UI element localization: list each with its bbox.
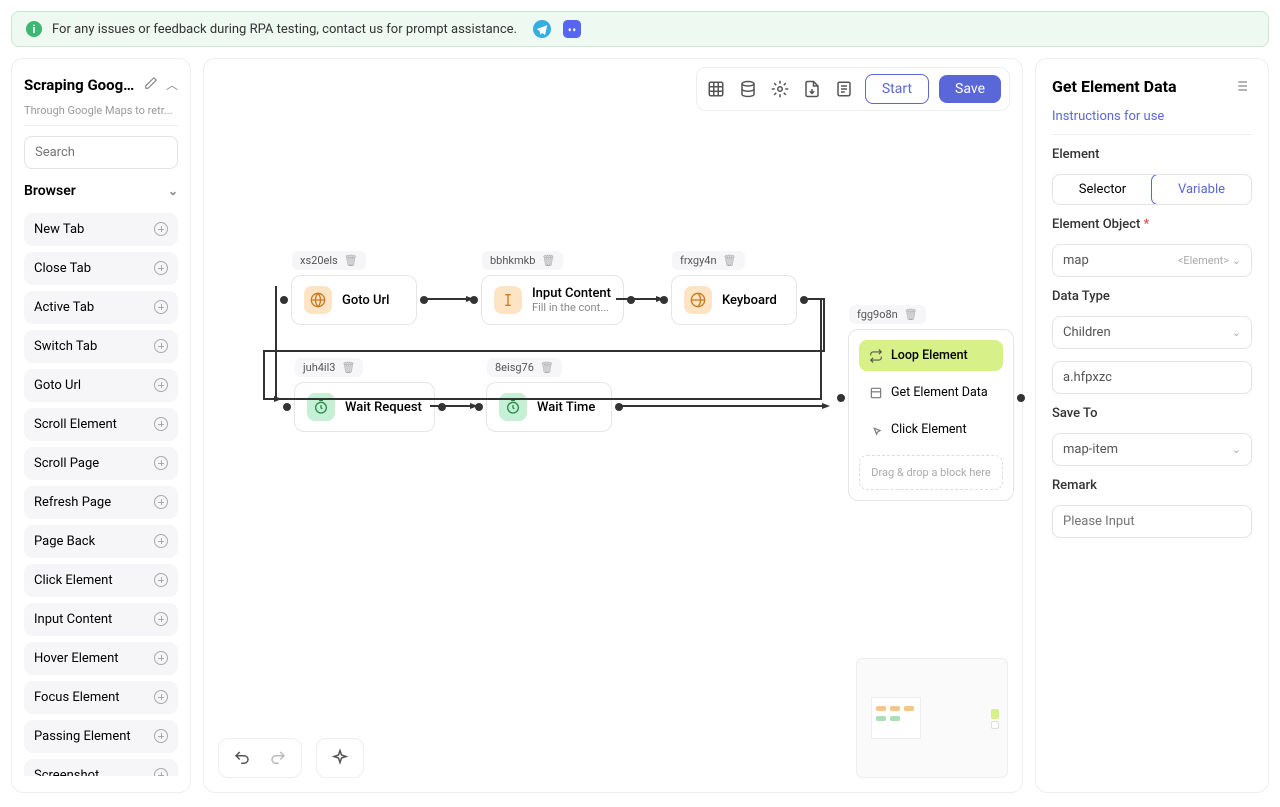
add-icon[interactable] <box>154 222 168 236</box>
add-icon[interactable] <box>154 378 168 392</box>
add-icon[interactable] <box>154 456 168 470</box>
node-keyboard[interactable]: frxgy4n🗑 Keyboard <box>671 275 797 325</box>
data-type-select[interactable]: Children⌄ <box>1052 316 1252 349</box>
workflow-subtitle: Through Google Maps to retr... <box>24 104 178 126</box>
telegram-icon[interactable] <box>533 20 551 38</box>
port-out[interactable] <box>438 403 446 411</box>
block-item[interactable]: Passing Element <box>24 720 178 753</box>
port-in[interactable] <box>660 296 668 304</box>
add-icon[interactable] <box>154 651 168 665</box>
port-in[interactable] <box>837 394 845 402</box>
element-label: Element <box>1052 147 1252 162</box>
instructions-link[interactable]: Instructions for use <box>1052 109 1252 135</box>
block-item[interactable]: Switch Tab <box>24 330 178 363</box>
port-in[interactable] <box>283 403 291 411</box>
port-out[interactable] <box>627 296 635 304</box>
toggle-variable[interactable]: Variable <box>1151 174 1252 205</box>
port-out[interactable] <box>800 296 808 304</box>
block-item[interactable]: Close Tab <box>24 252 178 285</box>
node-wait-time[interactable]: 8eisg76🗑 Wait Time <box>486 382 612 432</box>
panel-title: Get Element Data <box>1052 77 1177 96</box>
port-out[interactable] <box>1017 394 1025 402</box>
block-item[interactable]: Screenshot <box>24 759 178 776</box>
block-item[interactable]: Input Content <box>24 603 178 636</box>
loop-header[interactable]: Loop Element <box>859 340 1003 371</box>
data-icon <box>869 386 883 400</box>
port-out[interactable] <box>615 403 623 411</box>
info-banner: i For any issues or feedback during RPA … <box>11 11 1269 47</box>
drop-zone[interactable]: Drag & drop a block here <box>859 455 1003 490</box>
port-in[interactable] <box>475 403 483 411</box>
workflow-title: Scraping Google... <box>24 76 136 94</box>
port-out[interactable] <box>420 296 428 304</box>
add-icon[interactable] <box>154 495 168 509</box>
timer-icon <box>307 393 335 421</box>
block-item[interactable]: Scroll Element <box>24 408 178 441</box>
category-header[interactable]: Browser⌄ <box>24 179 178 203</box>
chevron-down-icon: ⌄ <box>168 184 178 198</box>
block-item[interactable]: Page Back <box>24 525 178 558</box>
search-input[interactable] <box>24 136 178 169</box>
edit-icon[interactable] <box>144 75 158 94</box>
block-item[interactable]: New Tab <box>24 213 178 246</box>
canvas-area[interactable]: Start Save xs20els🗑 Goto Url bbhkmkb🗑 In… <box>203 58 1023 793</box>
undo-icon[interactable] <box>231 747 253 769</box>
block-list: New Tab Close Tab Active Tab Switch Tab Goto… <box>24 213 178 776</box>
selector-input[interactable]: a.hfpxzc <box>1052 361 1252 394</box>
element-object-select[interactable]: map<Element> ⌄ <box>1052 244 1252 277</box>
add-icon[interactable] <box>154 534 168 548</box>
add-icon[interactable] <box>154 612 168 626</box>
node-goto-url[interactable]: xs20els🗑 Goto Url <box>291 275 417 325</box>
block-item[interactable]: Goto Url <box>24 369 178 402</box>
sparkle-icon[interactable] <box>329 747 351 769</box>
delete-icon[interactable]: 🗑 <box>344 254 358 267</box>
timer-icon <box>499 393 527 421</box>
remark-input[interactable] <box>1052 505 1252 538</box>
add-icon[interactable] <box>154 573 168 587</box>
banner-text: For any issues or feedback during RPA te… <box>52 22 517 37</box>
cursor-icon <box>494 286 522 314</box>
delete-icon[interactable]: 🗑 <box>540 361 554 374</box>
toggle-selector[interactable]: Selector <box>1053 175 1152 204</box>
block-item[interactable]: Scroll Page <box>24 447 178 480</box>
add-icon[interactable] <box>154 690 168 704</box>
delete-icon[interactable]: 🗑 <box>723 254 737 267</box>
port-in[interactable] <box>470 296 478 304</box>
sidebar: Scraping Google... ︿ Through Google Maps… <box>11 58 191 793</box>
add-icon[interactable] <box>154 417 168 431</box>
add-icon[interactable] <box>154 300 168 314</box>
redo-icon[interactable] <box>267 747 289 769</box>
info-icon: i <box>26 21 42 37</box>
discord-icon[interactable] <box>563 20 581 38</box>
add-icon[interactable] <box>154 768 168 776</box>
keyboard-icon <box>684 286 712 314</box>
list-icon[interactable] <box>1230 75 1252 97</box>
save-to-select[interactable]: map-item⌄ <box>1052 433 1252 466</box>
node-loop[interactable]: fgg9o8n🗑 Loop Element Get Element Data C… <box>848 329 1014 501</box>
node-input-content[interactable]: bbhkmkb🗑 Input ContentFill in the cont..… <box>481 275 624 325</box>
block-item[interactable]: Focus Element <box>24 681 178 714</box>
block-item[interactable]: Refresh Page <box>24 486 178 519</box>
element-mode-toggle[interactable]: Selector Variable <box>1052 174 1252 205</box>
block-item[interactable]: Click Element <box>24 564 178 597</box>
click-icon <box>869 423 883 437</box>
delete-icon[interactable]: 🗑 <box>904 308 918 321</box>
loop-icon <box>869 349 883 363</box>
delete-icon[interactable]: 🗑 <box>541 254 555 267</box>
block-item[interactable]: Active Tab <box>24 291 178 324</box>
collapse-icon[interactable]: ︿ <box>166 76 178 93</box>
add-icon[interactable] <box>154 339 168 353</box>
port-in[interactable] <box>280 296 288 304</box>
globe-icon <box>304 286 332 314</box>
block-item[interactable]: Hover Element <box>24 642 178 675</box>
loop-step-get-data[interactable]: Get Element Data <box>859 377 1003 408</box>
add-icon[interactable] <box>154 261 168 275</box>
properties-panel: Get Element Data Instructions for use El… <box>1035 58 1269 793</box>
minimap[interactable] <box>856 658 1008 778</box>
node-wait-request[interactable]: juh4il3🗑 Wait Request <box>294 382 435 432</box>
delete-icon[interactable]: 🗑 <box>341 361 355 374</box>
loop-step-click[interactable]: Click Element <box>859 414 1003 445</box>
add-icon[interactable] <box>154 729 168 743</box>
